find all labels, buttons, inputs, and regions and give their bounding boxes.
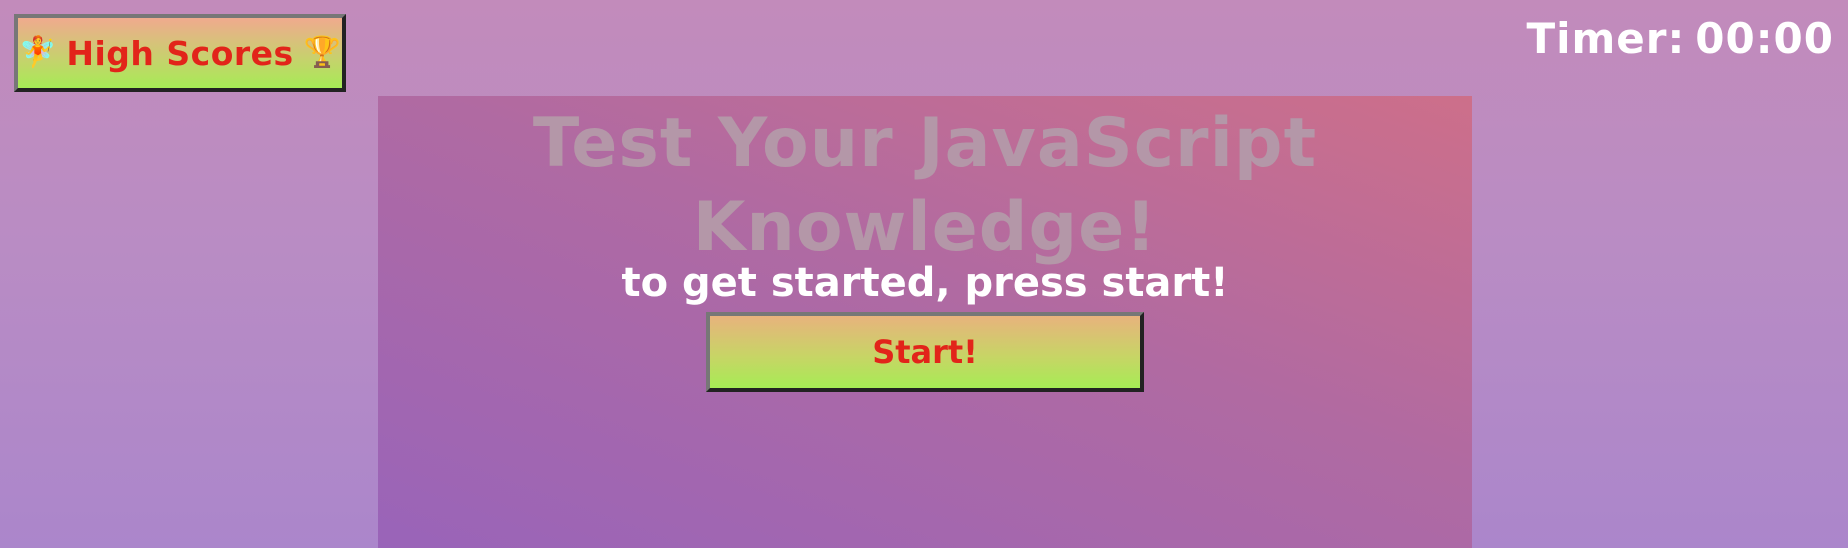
timer-label: Timer: (1526, 14, 1686, 63)
start-button-label: Start! (872, 333, 978, 371)
quiz-panel: Test Your JavaScript Knowledge! to get s… (378, 96, 1472, 548)
high-scores-label: High Scores (66, 33, 294, 73)
instructions-text: to get started, press start! (621, 260, 1229, 306)
high-scores-button[interactable]: 🧚 High Scores 🏆 (14, 14, 346, 92)
fairy-icon: 🧚 (18, 35, 57, 70)
timer: Timer: 00:00 (1526, 14, 1834, 63)
page-title: Test Your JavaScript Knowledge! (532, 104, 1318, 267)
timer-value: 00:00 (1695, 14, 1834, 63)
start-button[interactable]: Start! (706, 312, 1144, 392)
trophy-icon: 🏆 (303, 35, 342, 70)
